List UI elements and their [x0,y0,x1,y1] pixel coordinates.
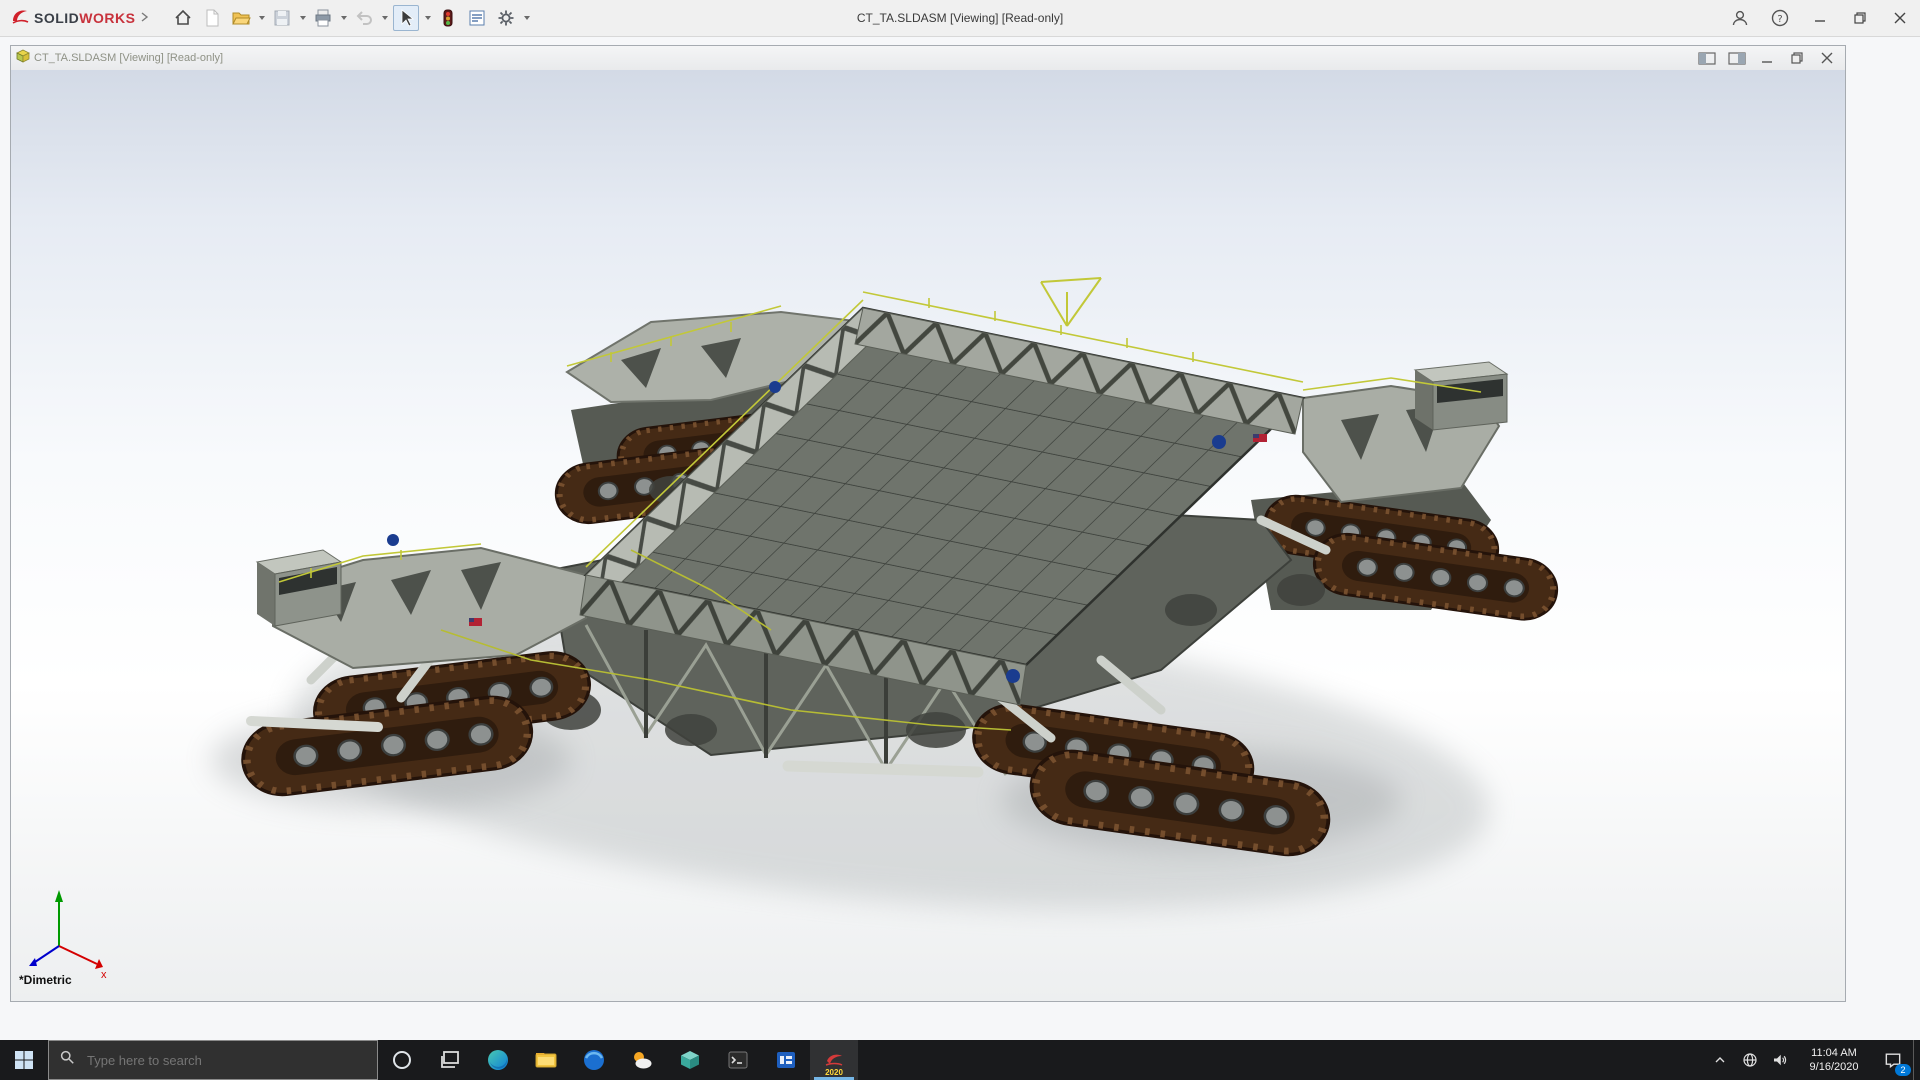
close-button[interactable] [1880,0,1920,36]
doc-minimize-button[interactable] [1755,50,1779,66]
file-properties-button[interactable] [465,6,489,30]
doc-restore-button[interactable] [1785,50,1809,66]
brand-expand-arrow-icon[interactable] [139,9,149,27]
doc-close-button[interactable] [1815,50,1839,66]
cortana-button[interactable] [378,1040,426,1080]
show-desktop-button[interactable] [1913,1040,1920,1080]
triad-x-label: x [101,969,107,981]
save-button[interactable] [270,6,294,30]
home-button[interactable] [171,6,195,30]
file-explorer-icon[interactable] [522,1040,570,1080]
volume-icon[interactable] [1765,1040,1795,1080]
titlebar-controls: ? [1720,0,1920,36]
app-titlebar: SOLIDWORKS [0,0,1920,37]
media-app-icon[interactable] [762,1040,810,1080]
network-icon[interactable] [1735,1040,1765,1080]
maximize-button[interactable] [1840,0,1880,36]
system-tray: 11:04 AM 9/16/2020 2 [1705,1040,1920,1080]
edge-icon[interactable] [474,1040,522,1080]
print-button[interactable] [311,6,335,30]
app-window-title: CT_TA.SLDASM [Viewing] [Read-only] [857,11,1063,25]
solidworks-logo: SOLIDWORKS [0,6,149,31]
print-dropdown-arrow[interactable] [341,16,347,20]
options-button[interactable] [494,6,518,30]
start-button[interactable] [0,1040,48,1080]
view-orientation-label: *Dimetric [19,973,72,987]
account-button[interactable] [1720,0,1760,36]
assembly-document-icon [16,49,30,68]
action-center-button[interactable]: 2 [1873,1040,1913,1080]
svg-text:?: ? [1777,14,1782,25]
options-dropdown-arrow[interactable] [524,16,530,20]
crawler-transporter-model: x [11,70,1845,1001]
new-document-button[interactable] [200,6,224,30]
taskbar-search[interactable] [48,1040,378,1080]
save-dropdown-arrow[interactable] [300,16,306,20]
quick-access-toolbar [171,5,530,31]
search-input[interactable] [85,1052,339,1069]
open-dropdown-arrow[interactable] [259,16,265,20]
open-button[interactable] [229,6,253,30]
browser-icon[interactable] [570,1040,618,1080]
select-dropdown-arrow[interactable] [425,16,431,20]
mdi-workspace: CT_TA.SLDASM [Viewing] [Read-only] [0,37,1920,1040]
taskbar-clock[interactable]: 11:04 AM 9/16/2020 [1795,1040,1873,1080]
clock-date: 9/16/2020 [1810,1060,1859,1074]
solidworks-swoosh-icon [10,6,30,31]
windows-taskbar: 2020 11:04 AM 9/16/2020 2 [0,1040,1920,1080]
terminal-icon[interactable] [714,1040,762,1080]
select-button[interactable] [393,5,419,31]
undo-button[interactable] [352,6,376,30]
weather-icon[interactable] [618,1040,666,1080]
pane-right-button[interactable] [1725,50,1749,66]
help-button[interactable]: ? [1760,0,1800,36]
notification-badge: 2 [1895,1064,1911,1076]
clock-time: 11:04 AM [1811,1046,1857,1060]
brand-text-works: WORKS [79,10,135,26]
right-control-cab [1415,362,1507,430]
undo-dropdown-arrow[interactable] [382,16,388,20]
solidworks-taskbar-icon[interactable]: 2020 [810,1040,858,1080]
solidworks-version-badge: 2020 [810,1068,858,1077]
left-control-cab [257,550,341,626]
graphics-viewport[interactable]: x *Dimetric [11,70,1845,1001]
pane-left-button[interactable] [1695,50,1719,66]
document-titlebar[interactable]: CT_TA.SLDASM [Viewing] [Read-only] [11,46,1845,71]
document-title: CT_TA.SLDASM [Viewing] [Read-only] [34,52,223,64]
task-view-button[interactable] [426,1040,474,1080]
cad-cube-icon[interactable] [666,1040,714,1080]
document-window: CT_TA.SLDASM [Viewing] [Read-only] [10,45,1846,1002]
hidden-icons-chevron[interactable] [1705,1040,1735,1080]
orientation-triad: x [29,890,107,981]
minimize-button[interactable] [1800,0,1840,36]
rebuild-button[interactable] [436,6,460,30]
search-icon [59,1049,77,1072]
brand-text-solid: SOLID [34,10,79,26]
document-window-controls [1695,50,1845,66]
